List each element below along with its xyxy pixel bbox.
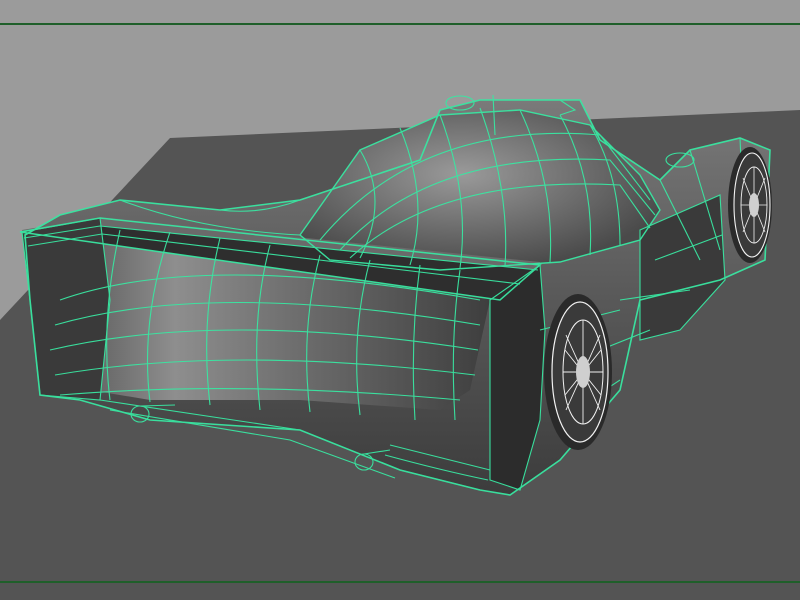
front-right-wheel[interactable] [728,147,772,263]
rear-right-wheel[interactable] [544,294,612,450]
viewport-border-top [0,23,800,25]
viewport-scene[interactable] [0,0,800,600]
3d-viewport[interactable] [0,0,800,600]
viewport-border-bottom [0,581,800,583]
